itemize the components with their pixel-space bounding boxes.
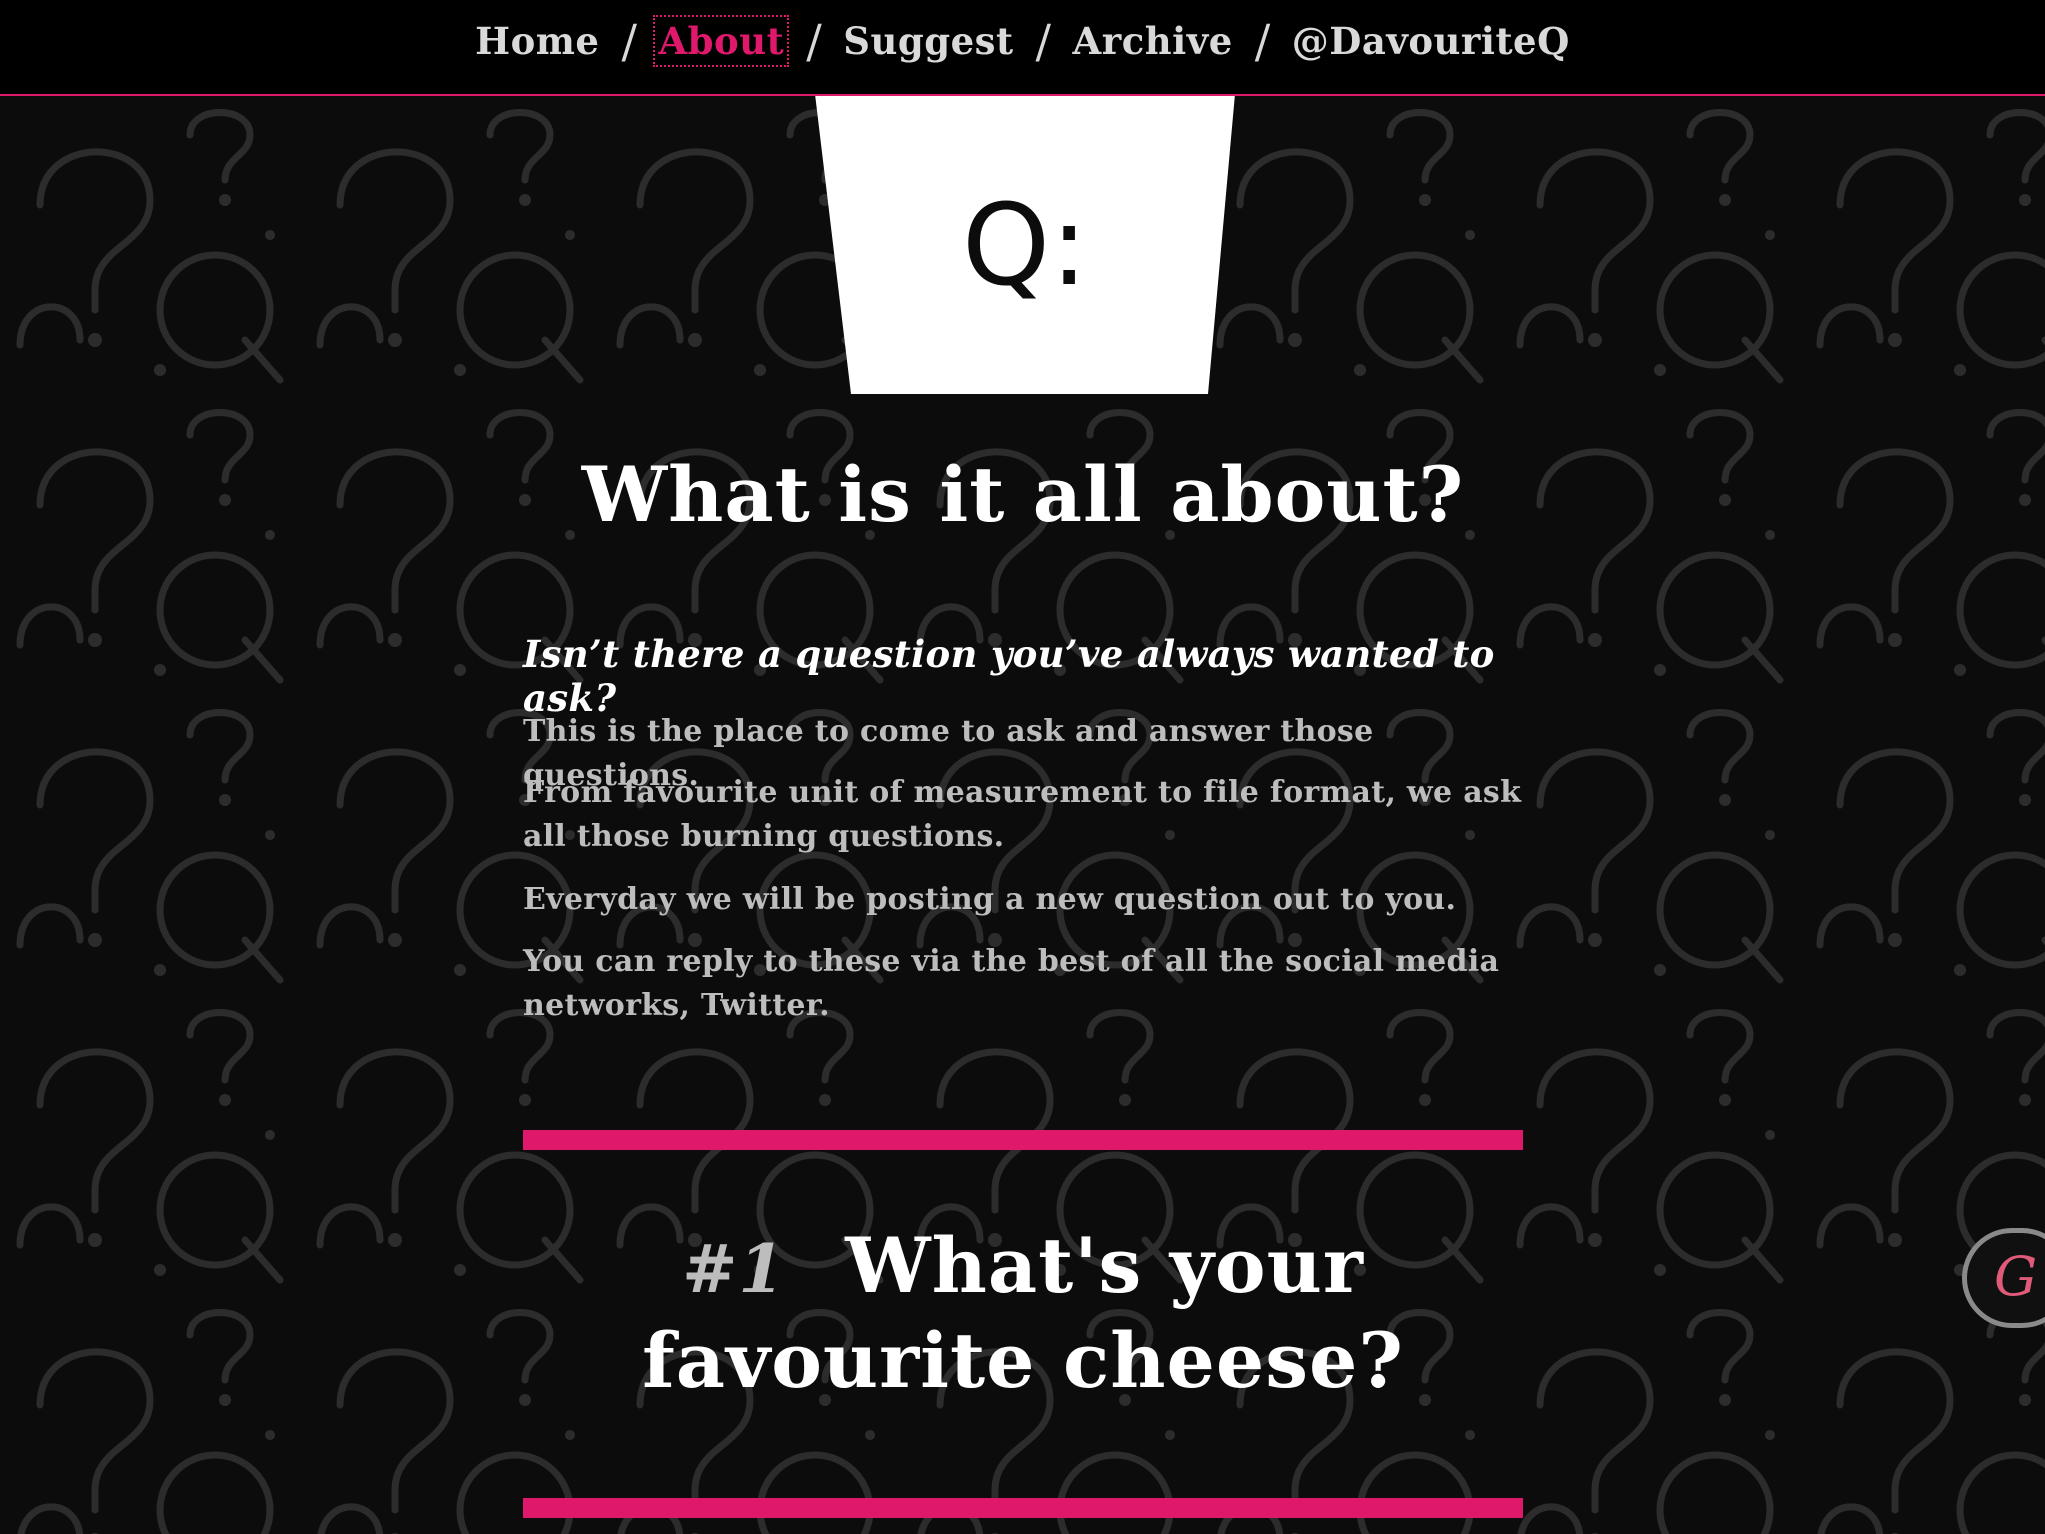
- question-number: #1: [682, 1230, 786, 1308]
- divider: [523, 1130, 1523, 1150]
- nav-separator: /: [806, 14, 823, 68]
- nav-home-link[interactable]: Home: [472, 17, 602, 65]
- lead-question: Isn’t there a question you’ve always wan…: [523, 632, 1495, 720]
- top-navigation: Home / About / Suggest / Archive / @DavouriteQ: [0, 0, 2045, 96]
- page-title: What is it all about?: [581, 450, 1465, 539]
- about-paragraph: From favourite unit of measurement to fi…: [523, 775, 1522, 854]
- nav-suggest-link[interactable]: Suggest: [840, 17, 1016, 65]
- logo-text: Q:: [962, 181, 1088, 311]
- nav-separator: /: [1254, 14, 1271, 68]
- nav-separator: /: [1035, 14, 1052, 68]
- divider: [523, 1498, 1523, 1518]
- nav-twitter-handle-link[interactable]: @DavouriteQ: [1289, 17, 1573, 65]
- nav-archive-link[interactable]: Archive: [1070, 17, 1236, 65]
- widget-g-icon: G: [1994, 1245, 2038, 1308]
- nav-about-link[interactable]: About: [653, 15, 790, 67]
- nav-separator: /: [621, 14, 638, 68]
- nav-list: Home / About / Suggest / Archive / @DavouriteQ: [0, 14, 2045, 68]
- about-paragraph: Everyday we will be posting a new questi…: [523, 882, 1457, 917]
- site-logo[interactable]: Q:: [815, 94, 1235, 394]
- logo-card-shape: Q:: [815, 94, 1235, 394]
- question-entry[interactable]: #1 What's your favourite cheese?: [523, 1220, 1523, 1407]
- about-paragraph: You can reply to these via the best of a…: [523, 944, 1500, 1023]
- page: Home / About / Suggest / Archive / @DavouriteQ Q…: [0, 0, 2045, 1534]
